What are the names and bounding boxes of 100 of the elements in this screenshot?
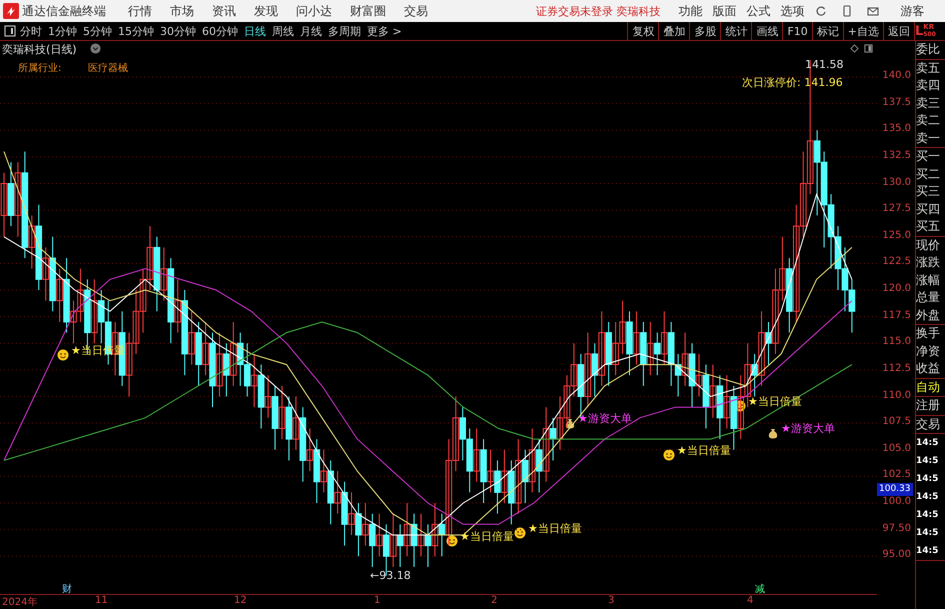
candlestick [362,502,369,546]
smiley-icon [734,400,746,412]
candlestick [647,321,654,376]
candlestick [542,406,550,482]
smiley-icon [446,535,458,547]
quote-field-label: 收益 [916,360,941,377]
period-tab[interactable]: 5分钟 [83,24,112,38]
industry-value: 医疗器械 [88,62,128,75]
period-tab[interactable]: 月线 [300,24,322,38]
low-price-label: ←93.18 [370,569,411,582]
chevron-down-icon[interactable] [90,43,101,54]
time-label: 14:5 [916,455,940,468]
period-tab[interactable]: 15分钟 [118,24,154,38]
period-tab[interactable]: 1分钟 [48,24,77,38]
price-tick: 120.0 [882,283,911,294]
price-tick: 117.5 [882,310,911,321]
candlestick [536,438,542,493]
fund-label: ★游资大单 [781,421,835,436]
candlestick [424,524,432,568]
candlestick [758,310,765,386]
date-label: 11 [95,595,108,606]
candlestick [334,470,341,514]
date-label: 12 [234,595,247,606]
menu-item[interactable]: 问小达 [296,2,332,20]
quote-field-label: 换手 [916,325,941,342]
candlestick [487,449,494,493]
candlestick [160,246,168,302]
menu-item[interactable]: 行情 [128,2,152,20]
candlestick [682,332,688,386]
user-name[interactable]: 游客 [900,2,924,20]
date-label: 2 [491,595,498,606]
candlestick [250,353,258,408]
price-tick: 127.5 [882,203,911,214]
period-tab[interactable]: 分时 [20,24,42,38]
period-tab[interactable]: 多周期 [328,24,361,38]
price-tick: 130.0 [882,176,911,188]
quote-field-label: 卖四 [916,77,941,94]
diamond-icon[interactable] [850,44,859,53]
date-label: 1 [374,595,380,606]
price-tick: 105.0 [882,442,911,454]
menu-item[interactable]: 交易 [404,2,428,20]
panel-toggle-icon[interactable] [4,25,16,37]
candlestick [320,449,327,493]
quote-field-label: 买一 [916,148,941,165]
quote-field-label: 买三 [916,183,941,200]
candlestick [56,268,63,322]
candlestick [174,278,182,334]
candlestick [501,449,508,504]
refresh-icon[interactable] [814,5,826,17]
candlestick [515,438,522,514]
candlestick [528,428,536,493]
quote-field-label: 买五 [916,218,941,235]
candlestick [598,310,605,386]
time-label: 14:5 [916,491,940,504]
mail-icon[interactable] [866,5,878,17]
candlestick [369,513,376,568]
candlestick [14,162,22,238]
menu-item[interactable]: 发现 [254,2,278,20]
candlestick [710,364,716,418]
period-tab[interactable]: 更多 > [367,24,402,38]
money-bag-icon [767,427,779,439]
quote-field-label: 总量 [916,289,941,306]
candlestick [396,524,404,568]
candlestick [216,332,223,398]
price-tick: 125.0 [882,230,911,241]
date-label: 4 [747,595,754,606]
menu-item[interactable]: 财富圈 [350,2,386,20]
menu-item[interactable]: 公式 [746,2,770,20]
period-tab[interactable]: 60分钟 [202,24,238,38]
menu-item[interactable]: 资讯 [212,2,236,20]
price-tick: 135.0 [882,123,911,134]
panel-icon[interactable] [864,44,873,53]
period-tab[interactable]: 日线 [244,24,266,38]
price-tick: 122.5 [882,256,911,268]
price-tick: 110.0 [882,390,911,401]
menu-item[interactable]: 市场 [170,2,194,20]
candlestick [494,460,501,514]
phone-icon[interactable] [840,5,852,17]
candlestick [28,214,36,270]
money-bag-icon [564,417,576,429]
candlestick [306,428,314,472]
signal-label: ★当日倍量 [528,521,582,536]
price-tick: 132.5 [882,150,911,161]
quote-field-label: 注册 [916,397,941,414]
period-tab[interactable]: 周线 [272,24,294,38]
quote-field-label: 涨幅 [916,272,941,288]
quote-field-label[interactable]: 自动 [916,378,945,396]
smiley-icon [514,527,526,539]
price-tick: 115.0 [882,336,911,348]
current-price-tag: 100.33 [877,482,912,496]
menu-item[interactable]: 功能 [678,2,702,20]
candlestick [91,278,98,344]
menu-item[interactable]: 版面 [712,2,736,20]
menu-item[interactable]: 选项 [780,2,804,20]
period-tab[interactable]: 30分钟 [160,24,196,38]
candlestick [0,172,8,238]
quote-field-label: 现价 [916,236,941,254]
stock-title: 奕瑞科技(日线) [2,42,77,57]
price-tick: 112.5 [882,362,911,374]
fund-label: ★游资大单 [578,411,632,426]
